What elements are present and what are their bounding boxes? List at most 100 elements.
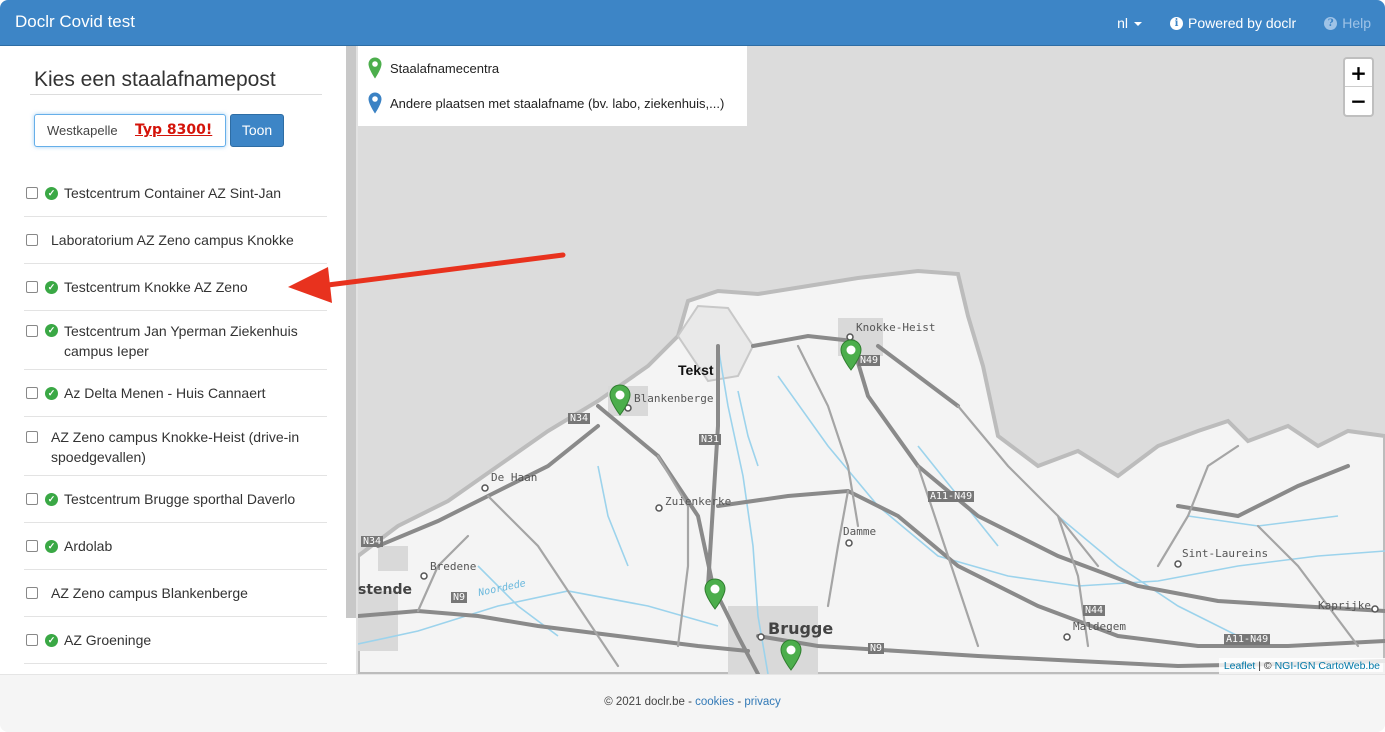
check-circle-icon: ✓ xyxy=(45,493,58,506)
legend-row-centers: Staalafnamecentra xyxy=(368,57,499,79)
footer-separator: - xyxy=(734,696,745,708)
map-road-a11-n49-east: A11-N49 xyxy=(1224,634,1271,645)
zoom-in-button[interactable]: + xyxy=(1345,59,1372,87)
powered-by-label: Powered by doclr xyxy=(1188,15,1297,31)
leaflet-link[interactable]: Leaflet xyxy=(1224,660,1256,672)
caret-down-icon xyxy=(1134,22,1143,26)
list-item[interactable]: ✓ Ardolab xyxy=(24,523,327,570)
item-checkbox[interactable] xyxy=(26,587,38,599)
list-item[interactable]: ✓ Testcentrum Jan Yperman Ziekenhuis campu… xyxy=(24,311,327,370)
app-window: Doclr Covid test nl i Powered by doclr ?… xyxy=(0,0,1385,732)
blue-pin-icon xyxy=(368,92,382,114)
item-label-line1: AZ Zeno campus Knokke-Heist (drive-in xyxy=(51,429,300,445)
map-pin-blankenberge[interactable] xyxy=(609,384,631,416)
sidebar-scrollbar[interactable] xyxy=(346,46,356,618)
map-label-tekst: Tekst xyxy=(678,362,714,378)
annotation-typ-8300: Typ 8300! xyxy=(135,122,213,138)
item-label-line1: AZ Zeno campus Blankenberge xyxy=(51,585,248,601)
item-label-line2: spoedgevallen) xyxy=(51,449,146,465)
attribution-separator: | © xyxy=(1255,660,1275,672)
language-dropdown[interactable]: nl xyxy=(1103,0,1156,46)
item-label: Testcentrum Knokke AZ Zeno xyxy=(64,277,248,297)
item-label-line1: Testcentrum Jan Yperman Ziekenhuis xyxy=(64,323,298,339)
item-label: Ardolab xyxy=(64,536,112,556)
legend-centers-label: Staalafnamecentra xyxy=(390,60,500,76)
sidebar-divider xyxy=(30,94,322,95)
item-label: Testcentrum Jan Yperman Ziekenhuis campus… xyxy=(64,321,298,361)
sidebar: Kies een staalafnamepost Typ 8300! Toon … xyxy=(0,46,346,674)
map-label-maldegem: Maldegem xyxy=(1073,620,1126,633)
item-label-line1: Testcentrum Brugge sporthal Daverlo xyxy=(64,491,296,507)
item-label-line1: Az Delta Menen - Huis Cannaert xyxy=(64,385,266,401)
map-pin-brugge-south[interactable] xyxy=(780,639,802,671)
item-checkbox[interactable] xyxy=(26,493,38,505)
item-label: Testcentrum Brugge sporthal Daverlo xyxy=(64,489,295,509)
check-circle-icon: ✓ xyxy=(45,324,58,337)
check-circle-icon: ✓ xyxy=(45,281,58,294)
item-checkbox[interactable] xyxy=(26,634,38,646)
list-item[interactable]: ✓ Testcentrum Brugge sporthal Daverlo xyxy=(24,476,327,523)
item-checkbox[interactable] xyxy=(26,431,38,443)
item-checkbox[interactable] xyxy=(26,187,38,199)
item-label-line2: campus Ieper xyxy=(64,343,149,359)
map-label-de-haan: De Haan xyxy=(491,471,538,484)
legend-others-label: Andere plaatsen met staalafname (bv. lab… xyxy=(390,95,725,111)
map-legend: Staalafnamecentra Andere plaatsen met st… xyxy=(358,46,747,126)
item-label-line1: Testcentrum Knokke AZ Zeno xyxy=(64,279,248,295)
map-label-brugge: Brugge xyxy=(768,619,834,638)
list-item[interactable]: ✓ Az Delta Menen - Huis Cannaert xyxy=(24,370,327,417)
question-icon: ? xyxy=(1324,16,1338,30)
map-road-n31: N31 xyxy=(699,434,722,445)
map-label-zuienkerke: Zuienkerke xyxy=(665,495,732,508)
map-road-n34-west: N34 xyxy=(361,536,384,547)
list-item[interactable]: AZ Zeno campus Knokke-Heist (drive-in spo… xyxy=(24,417,327,476)
language-label: nl xyxy=(1117,15,1129,31)
map-pin-brugge-north[interactable] xyxy=(704,578,726,610)
privacy-link[interactable]: privacy xyxy=(744,696,780,708)
navbar: Doclr Covid test nl i Powered by doclr ?… xyxy=(0,0,1385,46)
navbar-right: nl i Powered by doclr ? Help xyxy=(1103,0,1385,46)
item-checkbox[interactable] xyxy=(26,540,38,552)
item-label: AZ Groeninge xyxy=(64,630,151,650)
footer-text: © 2021 doclr.be - cookies - privacy xyxy=(0,696,1385,708)
cartoweb-link[interactable]: NGI-IGN CartoWeb.be xyxy=(1275,660,1380,672)
item-checkbox[interactable] xyxy=(26,387,38,399)
map-road-n9-east: N9 xyxy=(868,643,885,654)
map-road-n9-west: N9 xyxy=(451,592,468,603)
zoom-out-button[interactable]: − xyxy=(1345,87,1372,115)
item-label: AZ Zeno campus Blankenberge xyxy=(51,583,248,603)
map-label-knokke-heist: Knokke-Heist xyxy=(856,321,936,334)
help-label: Help xyxy=(1342,15,1371,31)
list-item[interactable]: AZ Zeno campus Blankenberge xyxy=(24,570,327,617)
map-attribution: Leaflet | © NGI-IGN CartoWeb.be xyxy=(1218,658,1385,674)
check-circle-icon: ✓ xyxy=(45,387,58,400)
map-road-n44: N44 xyxy=(1083,605,1106,616)
item-label: Testcentrum Container AZ Sint-Jan xyxy=(64,183,281,203)
legend-row-others: Andere plaatsen met staalafname (bv. lab… xyxy=(368,92,724,114)
item-checkbox[interactable] xyxy=(26,281,38,293)
footer: © 2021 doclr.be - cookies - privacy xyxy=(0,674,1385,732)
item-label-line1: AZ Groeninge xyxy=(64,632,152,648)
map-label-oostende: stende xyxy=(358,582,413,598)
brand-title[interactable]: Doclr Covid test xyxy=(15,12,135,32)
map-label-bredene: Bredene xyxy=(430,560,477,573)
item-label: Az Delta Menen - Huis Cannaert xyxy=(64,383,266,403)
check-circle-icon: ✓ xyxy=(45,187,58,200)
list-item[interactable]: ✓ AZ Groeninge xyxy=(24,617,327,664)
powered-by-link[interactable]: i Powered by doclr xyxy=(1156,0,1310,46)
list-item[interactable]: ✓ Testcentrum Container AZ Sint-Jan xyxy=(24,170,327,217)
green-pin-icon xyxy=(368,57,382,79)
map-pin-knokke[interactable] xyxy=(840,339,862,371)
help-link[interactable]: ? Help xyxy=(1310,0,1385,46)
map-label-sint-laureins: Sint-Laureins xyxy=(1182,547,1269,560)
item-checkbox[interactable] xyxy=(26,325,38,337)
map-road-a11-n49: A11-N49 xyxy=(928,491,975,502)
info-icon: i xyxy=(1170,16,1184,30)
show-button[interactable]: Toon xyxy=(230,114,284,147)
check-circle-icon: ✓ xyxy=(45,540,58,553)
map[interactable]: Tekst Knokke-Heist Blankenberge De Haan … xyxy=(358,46,1385,674)
item-label-line1: Laboratorium AZ Zeno campus Knokke xyxy=(51,232,294,248)
annotation-arrow xyxy=(288,252,566,303)
item-checkbox[interactable] xyxy=(26,234,38,246)
cookies-link[interactable]: cookies xyxy=(695,696,734,708)
